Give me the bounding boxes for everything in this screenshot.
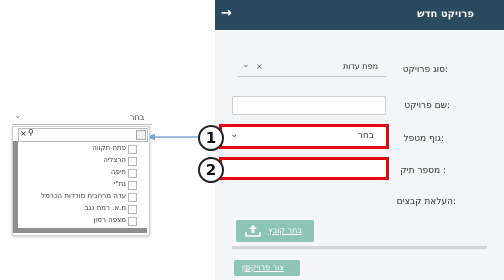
option-checkbox[interactable] — [128, 181, 137, 190]
clear-icon[interactable]: × — [256, 62, 263, 71]
upload-label: העלאת קבצים: — [396, 197, 456, 207]
file-number-input[interactable] — [219, 157, 389, 180]
option-label: חיפה — [110, 168, 126, 176]
option-checkbox[interactable] — [128, 157, 137, 166]
select-all-checkbox[interactable] — [136, 130, 146, 140]
option-checkbox[interactable] — [128, 169, 137, 178]
project-name-input[interactable] — [232, 96, 386, 115]
dropdown-option[interactable]: נת"י — [18, 180, 138, 190]
option-label: מצפה רמון — [93, 216, 126, 224]
option-label: עדה מרחבית מורדות הכרמל — [41, 192, 126, 200]
project-type-label: סוג פרויקט: — [402, 65, 448, 75]
chevron-down-icon[interactable]: ⌄ — [14, 111, 22, 121]
form-header: → פרויקט חדש — [215, 0, 504, 30]
callout-2: 2 — [198, 157, 224, 183]
treating-body-value: בחר — [357, 131, 374, 141]
chevron-down-icon: ⌄ — [230, 129, 239, 140]
option-label: מ.א. רמת נגב — [84, 204, 126, 212]
divider — [232, 246, 487, 249]
page-title: פרויקט חדש — [417, 9, 474, 20]
clear-icon[interactable]: × — [20, 129, 27, 138]
treating-body-label: גוף מטפל: — [403, 134, 444, 144]
dropdown-option[interactable]: פתח תקווה — [18, 144, 138, 154]
project-name-label: שם פרויקט: — [404, 101, 450, 111]
upload-icon — [245, 225, 261, 237]
option-label: הרצליה — [103, 156, 126, 164]
dropdown-horizontal-scrollbar[interactable] — [13, 228, 147, 233]
dropdown-search-input[interactable]: × ⚲ — [18, 128, 148, 142]
create-project-button[interactable]: 🖫 צור פרויקט — [234, 260, 300, 276]
treating-body-select[interactable]: ⌄ בחר — [219, 124, 389, 149]
choose-file-label: בחר קובץ — [268, 226, 302, 235]
option-label: נת"י — [113, 180, 126, 188]
pointer-arrow — [147, 133, 198, 141]
callout-1: 1 — [198, 125, 224, 151]
option-checkbox[interactable] — [128, 193, 137, 202]
option-checkbox[interactable] — [128, 145, 137, 154]
file-number-label: מספר תיק : — [400, 166, 446, 176]
create-project-label: צור פרויקט — [245, 263, 284, 272]
dropdown-option[interactable]: עדה מרחבית מורדות הכרמל — [18, 192, 138, 202]
option-checkbox[interactable] — [128, 217, 137, 226]
dropdown-underline — [12, 124, 152, 125]
dropdown-option[interactable]: מ.א. רמת נגב — [18, 204, 138, 214]
back-arrow-icon[interactable]: → — [221, 6, 232, 21]
chevron-down-icon: ⌄ — [242, 60, 250, 70]
dropdown-option[interactable]: הרצליה — [18, 156, 138, 166]
dropdown-selected-value: בחר — [130, 113, 145, 122]
dropdown-option[interactable]: מצפה רמון — [18, 216, 138, 226]
dropdown-option[interactable]: חיפה — [18, 168, 138, 178]
search-icon: ⚲ — [28, 128, 34, 137]
option-checkbox[interactable] — [128, 205, 137, 214]
choose-file-button[interactable]: בחר קובץ — [236, 220, 314, 242]
project-type-value: מפת עדות — [342, 62, 378, 71]
option-label: פתח תקווה — [92, 144, 126, 152]
project-type-select[interactable]: ⌄ × מפת עדות — [238, 58, 386, 77]
